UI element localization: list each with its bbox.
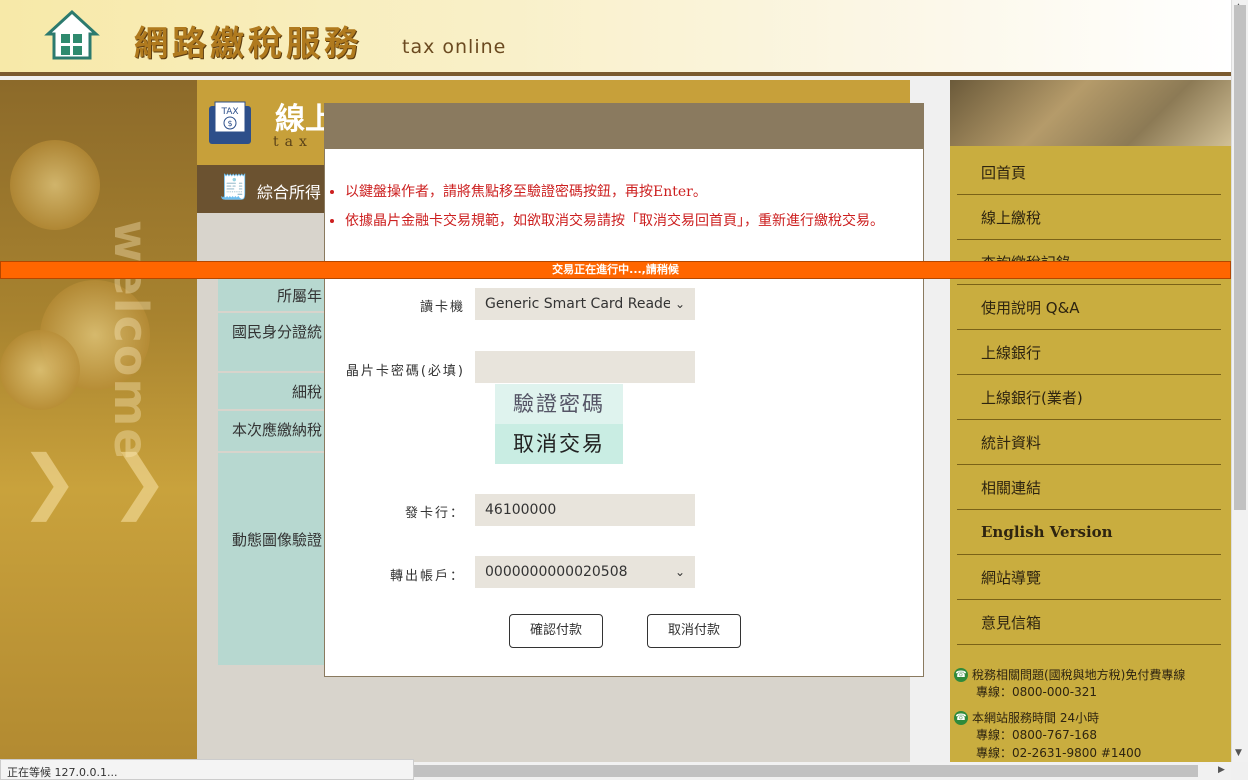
sidebar: 回首頁 線上繳稅 查詢繳稅記錄 使用說明 Q&A 上線銀行 上線銀行(業者) 統… bbox=[950, 80, 1231, 762]
issuer-label: 發卡行： bbox=[404, 506, 465, 521]
notice-list: 以鍵盤操作者，請將焦點移至驗證密碼按鈕，再按Enter。 依據晶片金融卡交易規範… bbox=[331, 181, 911, 239]
sidebar-menu: 回首頁 線上繳稅 查詢繳稅記錄 使用說明 Q&A 上線銀行 上線銀行(業者) 統… bbox=[957, 150, 1221, 645]
svg-text:TAX: TAX bbox=[220, 107, 238, 117]
form-label: 本次應繳納稅 bbox=[218, 411, 328, 453]
site-header: 網路繳稅服務 tax online bbox=[0, 0, 1231, 76]
sidebar-item-statistics[interactable]: 統計資料 bbox=[957, 420, 1221, 465]
sidebar-item-links[interactable]: 相關連結 bbox=[957, 465, 1221, 510]
contact-block: ☎ 本網站服務時間 24小時 專線：0800-767-168 專線：02-263… bbox=[954, 709, 1230, 762]
cancel-payment-button[interactable]: 取消付款 bbox=[647, 614, 741, 648]
vertical-scroll-thumb[interactable] bbox=[1234, 5, 1246, 510]
content-tab-label: 綜合所得 bbox=[257, 183, 322, 202]
chevron-down-icon: ⌄ bbox=[674, 297, 685, 311]
captcha-label: 動態圖像驗證 bbox=[218, 453, 328, 667]
account-select[interactable]: 0000000000020508 ⌄ bbox=[475, 556, 695, 588]
payment-dialog: 以鍵盤操作者，請將焦點移至驗證密碼按鈕，再按Enter。 依據晶片金融卡交易規範… bbox=[324, 103, 924, 677]
horizontal-scroll-thumb[interactable] bbox=[414, 765, 1198, 777]
dialog-header bbox=[325, 104, 923, 149]
sidebar-item-home[interactable]: 回首頁 bbox=[957, 150, 1221, 195]
progress-banner: 交易正在進行中...,請稍候 bbox=[0, 261, 1231, 279]
sidebar-item-banks-business[interactable]: 上線銀行(業者) bbox=[957, 375, 1221, 420]
phone-icon: ☎ bbox=[954, 667, 968, 682]
sidebar-item-feedback[interactable]: 意見信箱 bbox=[957, 600, 1221, 645]
chevron-down-icon: ⌄ bbox=[674, 565, 685, 579]
form-label: 國民身分證統 bbox=[218, 313, 328, 373]
status-bar: 正在等候 127.0.0.1... bbox=[0, 759, 414, 780]
sidebar-item-sitemap[interactable]: 網站導覽 bbox=[957, 555, 1221, 600]
welcome-watermark: welcome bbox=[104, 220, 158, 462]
pin-label: 晶片卡密碼(必填) bbox=[345, 364, 465, 379]
phone-icon: ☎ bbox=[954, 710, 968, 725]
contact-line: 專線：0800-000-321 bbox=[976, 685, 1098, 699]
verify-pin-button[interactable]: 驗證密碼 bbox=[495, 384, 623, 424]
card-reader-label: 讀卡機 bbox=[419, 300, 465, 315]
sidebar-item-online-pay[interactable]: 線上繳稅 bbox=[957, 195, 1221, 240]
left-decoration: welcome ❯ ❯ bbox=[0, 80, 197, 762]
chevron-right-icon: ❯ bbox=[20, 440, 79, 522]
contact-title: 稅務相關問題(國稅與地方稅)免付費專線 bbox=[972, 668, 1186, 682]
sidebar-banner bbox=[950, 80, 1231, 146]
notice-item: 以鍵盤操作者，請將焦點移至驗證密碼按鈕，再按Enter。 bbox=[345, 181, 911, 204]
contact-info: ☎ 稅務相關問題(國稅與地方稅)免付費專線 專線：0800-000-321 ☎ … bbox=[954, 666, 1230, 770]
receipt-icon: 🧾 bbox=[219, 173, 249, 201]
issuer-field: 46100000 bbox=[475, 494, 695, 526]
card-reader-value: Generic Smart Card Reade bbox=[485, 296, 670, 312]
chevron-right-icon: ❯ bbox=[110, 440, 169, 522]
form-label: 所屬年 bbox=[218, 277, 328, 313]
site-title: 網路繳稅服務 bbox=[134, 24, 362, 64]
scroll-down-icon[interactable]: ▼ bbox=[1235, 748, 1242, 758]
form-table: 所屬年 國民身分證統 細稅 本次應繳納稅 動態圖像驗證 bbox=[218, 277, 328, 667]
site-subtitle: tax online bbox=[402, 36, 507, 58]
confirm-payment-button[interactable]: 確認付款 bbox=[509, 614, 603, 648]
svg-text:$: $ bbox=[227, 119, 232, 128]
contact-line: 專線：02-2631-9800 #1400 bbox=[976, 746, 1142, 760]
home-icon[interactable] bbox=[44, 8, 100, 62]
vertical-scrollbar[interactable]: ▲ ▼ bbox=[1231, 0, 1248, 762]
pin-input[interactable] bbox=[475, 351, 695, 383]
sidebar-item-english[interactable]: English Version bbox=[957, 510, 1221, 555]
sidebar-item-help[interactable]: 使用說明 Q&A bbox=[957, 285, 1221, 330]
scroll-right-icon[interactable]: ▶ bbox=[1218, 765, 1225, 775]
form-label: 細稅 bbox=[218, 373, 328, 411]
sidebar-item-banks[interactable]: 上線銀行 bbox=[957, 330, 1221, 375]
contact-block: ☎ 稅務相關問題(國稅與地方稅)免付費專線 專線：0800-000-321 bbox=[954, 666, 1230, 701]
contact-title: 本網站服務時間 24小時 bbox=[972, 711, 1100, 725]
tax-icon: TAX $ bbox=[205, 98, 255, 148]
contact-line: 專線：0800-767-168 bbox=[976, 728, 1098, 742]
card-reader-select[interactable]: Generic Smart Card Reade ⌄ bbox=[475, 288, 695, 320]
notice-item: 依據晶片金融卡交易規範，如欲取消交易請按「取消交易回首頁」，重新進行繳稅交易。 bbox=[345, 210, 911, 233]
cancel-transaction-button[interactable]: 取消交易 bbox=[495, 424, 623, 464]
account-label: 轉出帳戶： bbox=[389, 569, 465, 584]
account-value: 0000000000020508 bbox=[485, 564, 628, 580]
